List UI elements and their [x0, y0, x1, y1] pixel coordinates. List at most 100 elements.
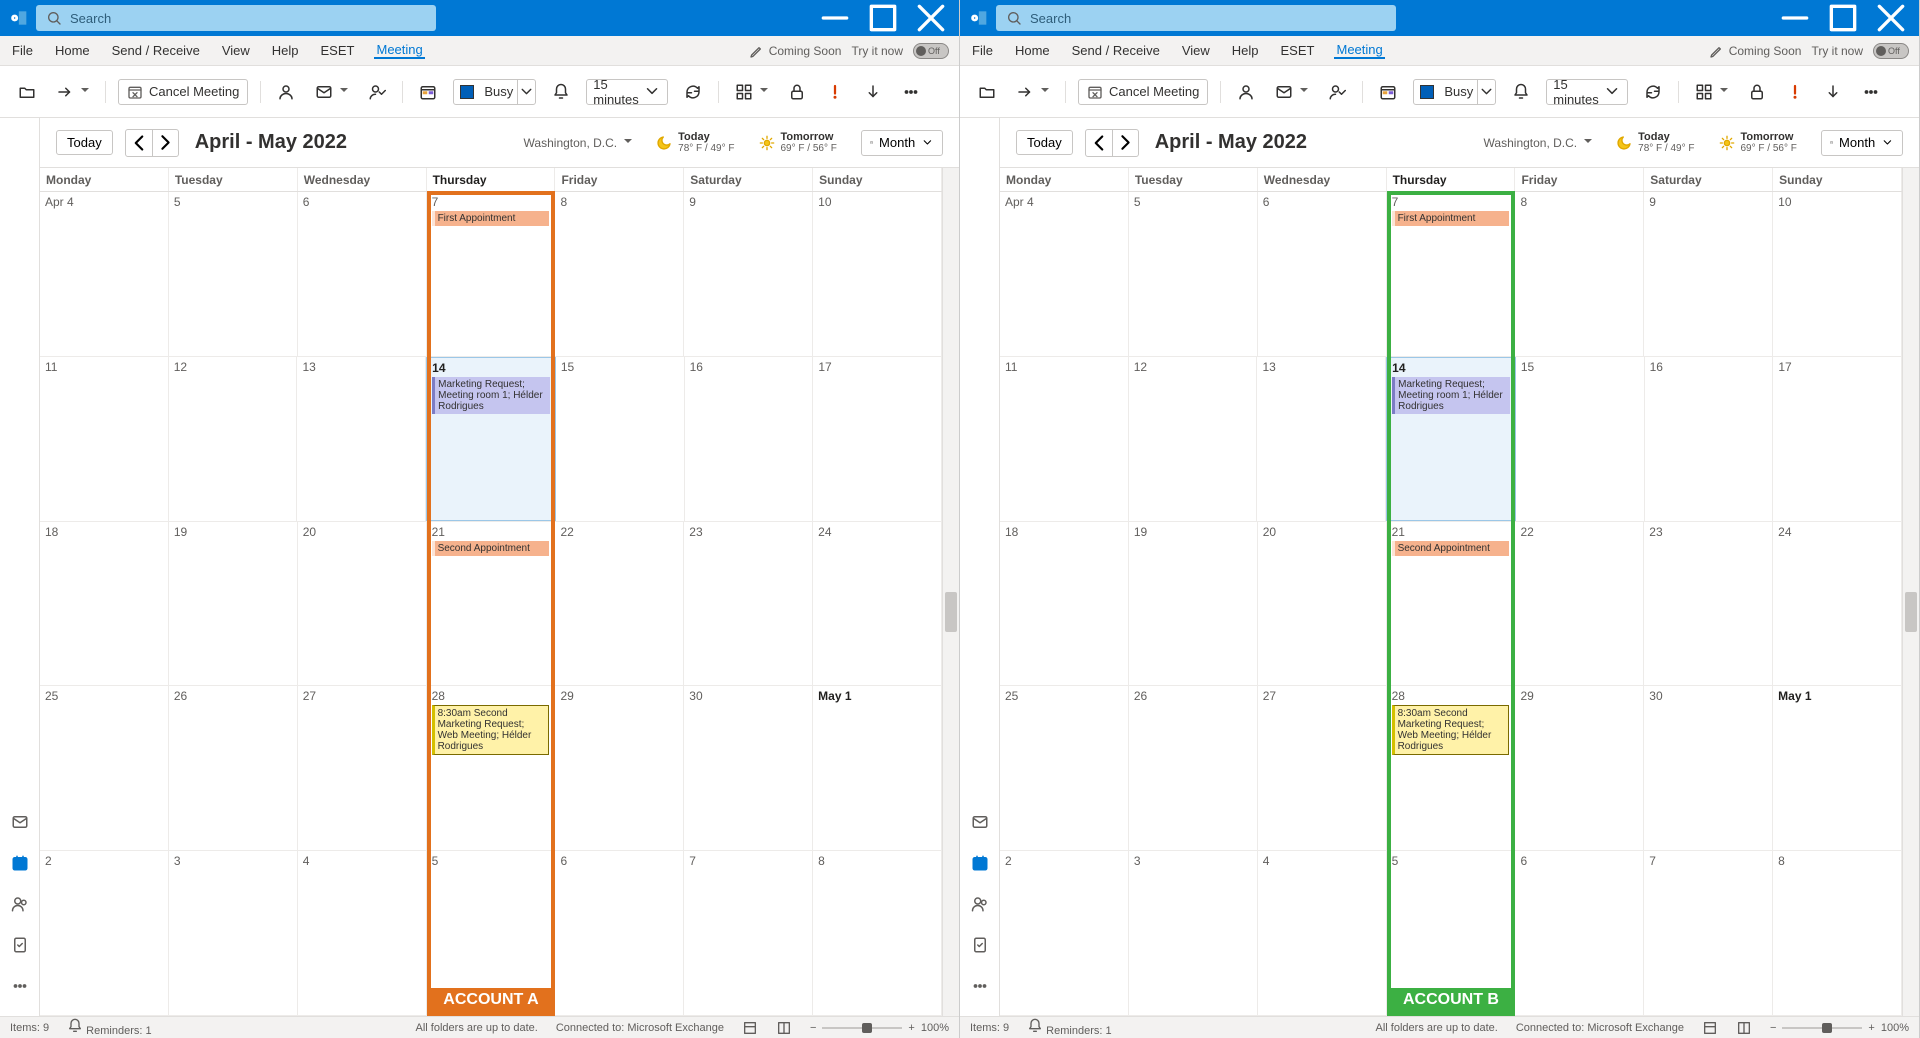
view-selector[interactable]: Month — [861, 130, 943, 156]
menu-meeting[interactable]: Meeting — [1334, 42, 1384, 59]
next-month-button[interactable] — [1112, 130, 1138, 156]
menu-file[interactable]: File — [10, 43, 35, 58]
show-as-dropdown[interactable]: Busy — [453, 79, 536, 105]
menu-home[interactable]: Home — [53, 43, 92, 58]
tracking-button[interactable] — [1324, 81, 1350, 103]
zoom-slider[interactable] — [822, 1027, 902, 1029]
day-cell[interactable]: 12 — [1129, 357, 1258, 521]
try-it-now-toggle[interactable]: Off — [913, 43, 949, 59]
day-cell[interactable]: 7 — [684, 851, 813, 1015]
day-cell[interactable]: 21Second Appointment — [427, 522, 556, 686]
day-cell[interactable]: Apr 4 — [40, 192, 169, 356]
day-cell[interactable]: 17 — [813, 357, 942, 521]
reminder-dropdown[interactable]: 15 minutes — [1546, 79, 1628, 105]
day-cell[interactable]: 8 — [1773, 851, 1902, 1015]
day-cell[interactable]: 9 — [1644, 192, 1773, 356]
people-nav[interactable] — [971, 895, 989, 918]
low-importance-button[interactable] — [860, 81, 886, 103]
close-button[interactable] — [1871, 0, 1911, 36]
calendar-event[interactable]: First Appointment — [432, 211, 550, 226]
day-cell[interactable]: 5 — [1129, 192, 1258, 356]
day-cell[interactable]: 3 — [1129, 851, 1258, 1015]
day-cell[interactable]: 5 — [427, 851, 556, 1015]
menu-file[interactable]: File — [970, 43, 995, 58]
open-button[interactable] — [14, 81, 40, 103]
menu-send-receive[interactable]: Send / Receive — [110, 43, 202, 58]
day-cell[interactable]: 6 — [555, 851, 684, 1015]
search-input[interactable]: Search — [36, 5, 436, 31]
weather-today[interactable]: Today78° F / 49° F — [656, 131, 734, 154]
maximize-button[interactable] — [1823, 0, 1863, 36]
day-cell[interactable]: 4 — [298, 851, 427, 1015]
day-cell[interactable]: 23 — [1644, 522, 1773, 686]
day-cell[interactable]: 18 — [1000, 522, 1129, 686]
day-cell[interactable]: 8 — [1515, 192, 1644, 356]
day-cell[interactable]: 29 — [555, 686, 684, 850]
next-month-button[interactable] — [152, 130, 178, 156]
day-cell[interactable]: 288:30am Second Marketing Request; Web M… — [427, 686, 556, 850]
day-cell[interactable]: 15 — [1516, 357, 1645, 521]
day-cell[interactable]: 27 — [298, 686, 427, 850]
recurrence-button[interactable] — [1640, 81, 1666, 103]
day-cell[interactable]: 24 — [1773, 522, 1902, 686]
day-cell[interactable]: 10 — [1773, 192, 1902, 356]
menu-send-receive[interactable]: Send / Receive — [1070, 43, 1162, 58]
day-cell[interactable]: 27 — [1258, 686, 1387, 850]
reminders-count[interactable]: Reminders: 1 — [67, 1018, 151, 1037]
weather-today[interactable]: Today78° F / 49° F — [1616, 131, 1694, 154]
day-cell[interactable]: 14Marketing Request; Meeting room 1; Hél… — [426, 357, 556, 521]
zoom-out-button[interactable]: − — [1770, 1022, 1776, 1034]
view-normal-button[interactable] — [1702, 1020, 1718, 1036]
day-cell[interactable]: 2 — [1000, 851, 1129, 1015]
vertical-scrollbar[interactable] — [943, 168, 959, 1016]
day-cell[interactable]: 13 — [1257, 357, 1386, 521]
day-cell[interactable]: 18 — [40, 522, 169, 686]
minimize-button[interactable] — [1775, 0, 1815, 36]
attendee-button[interactable] — [273, 81, 299, 103]
attendee-button[interactable] — [1233, 81, 1259, 103]
high-importance-button[interactable] — [822, 81, 848, 103]
tasks-nav[interactable] — [971, 936, 989, 959]
day-cell[interactable]: May 1 — [813, 686, 942, 850]
tracking-button[interactable] — [364, 81, 390, 103]
calendar-nav[interactable] — [971, 854, 989, 877]
day-cell[interactable]: 7First Appointment — [1387, 192, 1516, 356]
zoom-level[interactable]: 100% — [921, 1022, 949, 1034]
calendar-color-button[interactable] — [1375, 81, 1401, 103]
low-importance-button[interactable] — [1820, 81, 1846, 103]
private-button[interactable] — [784, 81, 810, 103]
day-cell[interactable]: 11 — [1000, 357, 1129, 521]
day-cell[interactable]: 288:30am Second Marketing Request; Web M… — [1387, 686, 1516, 850]
view-reading-button[interactable] — [1736, 1020, 1752, 1036]
day-cell[interactable]: 25 — [1000, 686, 1129, 850]
day-cell[interactable]: May 1 — [1773, 686, 1902, 850]
view-selector[interactable]: Month — [1821, 130, 1903, 156]
menu-view[interactable]: View — [220, 43, 252, 58]
menu-home[interactable]: Home — [1013, 43, 1052, 58]
day-cell[interactable]: 6 — [1515, 851, 1644, 1015]
private-button[interactable] — [1744, 81, 1770, 103]
more-nav[interactable] — [11, 977, 29, 1000]
view-normal-button[interactable] — [742, 1020, 758, 1036]
menu-eset[interactable]: ESET — [319, 43, 357, 58]
more-button[interactable] — [898, 81, 924, 103]
weather-location[interactable]: Washington, D.C. — [1484, 136, 1593, 150]
day-cell[interactable]: 26 — [1129, 686, 1258, 850]
day-cell[interactable]: 30 — [684, 686, 813, 850]
calendar-event[interactable]: 8:30am Second Marketing Request; Web Mee… — [1392, 705, 1510, 755]
more-nav[interactable] — [971, 977, 989, 1000]
menu-meeting[interactable]: Meeting — [374, 42, 424, 59]
respond-button[interactable] — [311, 81, 352, 103]
minimize-button[interactable] — [815, 0, 855, 36]
reminders-count[interactable]: Reminders: 1 — [1027, 1018, 1111, 1037]
day-cell[interactable]: 14Marketing Request; Meeting room 1; Hél… — [1386, 357, 1516, 521]
zoom-slider[interactable] — [1782, 1027, 1862, 1029]
day-cell[interactable]: 22 — [1515, 522, 1644, 686]
calendar-event[interactable]: Marketing Request; Meeting room 1; Hélde… — [1392, 377, 1510, 414]
day-cell[interactable]: 16 — [685, 357, 814, 521]
day-cell[interactable]: 16 — [1645, 357, 1774, 521]
zoom-in-button[interactable]: + — [1868, 1022, 1874, 1034]
reminder-dropdown[interactable]: 15 minutes — [586, 79, 668, 105]
day-cell[interactable]: 4 — [1258, 851, 1387, 1015]
day-cell[interactable]: 11 — [40, 357, 169, 521]
